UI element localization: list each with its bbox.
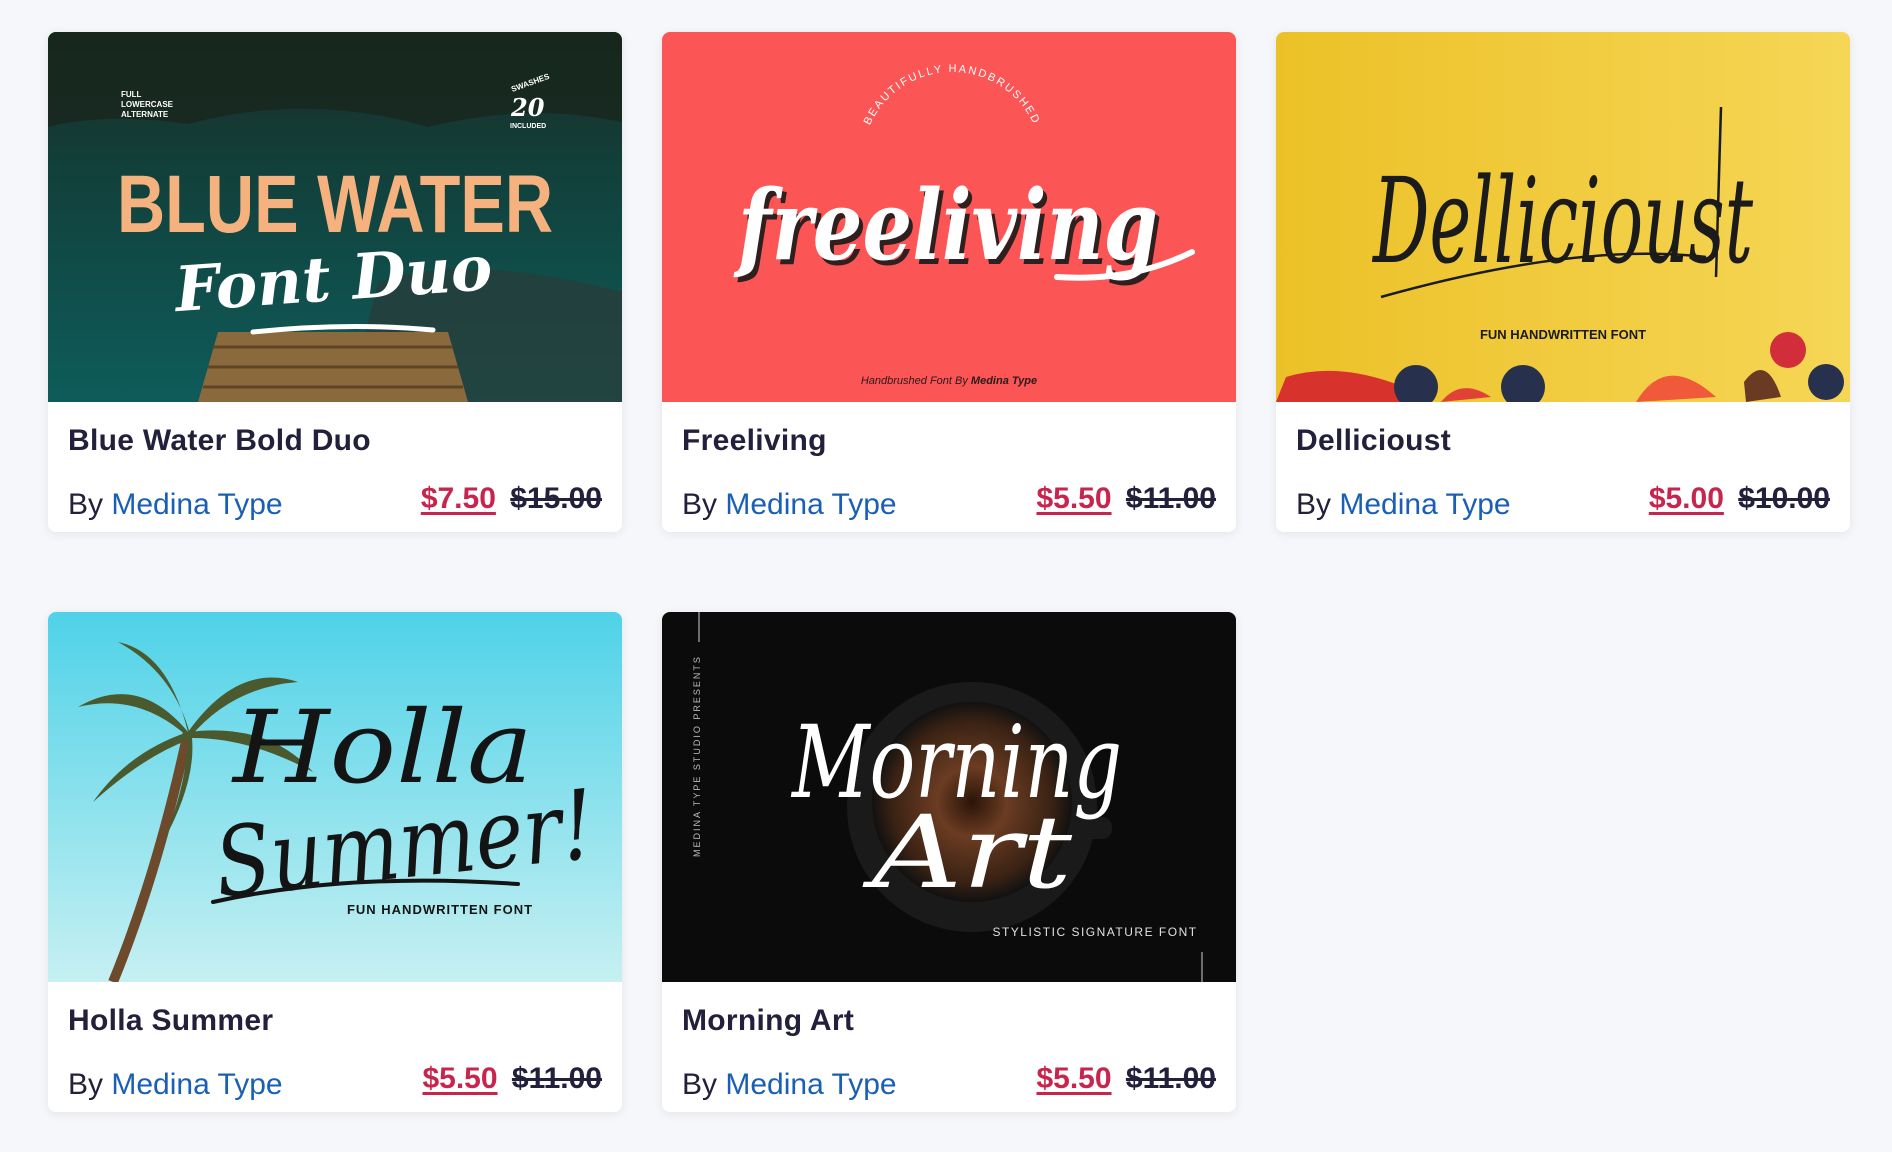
original-price: $10.00 <box>1738 482 1830 515</box>
product-card[interactable]: Dellicioust FUN HANDWRITTEN FONT Dellici… <box>1276 32 1850 532</box>
product-title[interactable]: Dellicioust <box>1296 424 1451 458</box>
original-price: $11.00 <box>1125 1062 1216 1095</box>
product-thumbnail[interactable]: Holla Summer! FUN HANDWRITTEN FONT <box>48 612 622 982</box>
thumbnail-image: MEDINA TYPE STUDIO PRESENTS Morning Art … <box>662 612 1236 982</box>
by-label: By <box>682 1068 718 1101</box>
product-info: Morning Art By Medina Type $5.50 $11.00 <box>662 982 1236 1112</box>
price-group: $5.50 $11.00 <box>1036 482 1216 516</box>
sale-price[interactable]: $5.50 <box>1036 1062 1111 1095</box>
author-link[interactable]: Medina Type <box>111 488 282 521</box>
product-info: Blue Water Bold Duo By Medina Type $7.50… <box>48 402 622 532</box>
swashes-count: 20 <box>510 93 545 122</box>
thumbnail-image: FULL LOWERCASE ALTERNATE SWASHES 20 INCL… <box>48 32 622 402</box>
original-price: $11.00 <box>1125 482 1216 515</box>
product-info: Freeliving By Medina Type $5.50 $11.00 <box>662 402 1236 532</box>
product-title[interactable]: Blue Water Bold Duo <box>68 424 371 458</box>
author-link[interactable]: Medina Type <box>1339 488 1510 521</box>
thumbnail-script: Dellicioust <box>1372 152 1754 290</box>
product-thumbnail[interactable]: BEAUTIFULLY HANDBRUSHED freeliving freel… <box>662 32 1236 402</box>
product-title[interactable]: Holla Summer <box>68 1004 273 1038</box>
by-label: By <box>68 1068 104 1101</box>
sale-price[interactable]: $5.00 <box>1649 482 1724 515</box>
product-info: Holla Summer By Medina Type $5.50 $11.00 <box>48 982 622 1112</box>
price-group: $5.00 $10.00 <box>1649 482 1830 516</box>
included-label: INCLUDED <box>510 123 546 130</box>
price-group: $5.50 $11.00 <box>422 1062 602 1096</box>
thumbnail-image: BEAUTIFULLY HANDBRUSHED freeliving freel… <box>662 32 1236 402</box>
thumbnail-footer: Handbrushed Font By Medina Type <box>861 375 1037 387</box>
product-card[interactable]: Holla Summer! FUN HANDWRITTEN FONT Holla… <box>48 612 622 1112</box>
thumbnail-script: freeliving <box>733 169 1158 282</box>
product-card[interactable]: MEDINA TYPE STUDIO PRESENTS Morning Art … <box>662 612 1236 1112</box>
author-link[interactable]: Medina Type <box>111 1068 282 1101</box>
by-label: By <box>68 488 104 521</box>
product-card[interactable]: FULL LOWERCASE ALTERNATE SWASHES 20 INCL… <box>48 32 622 532</box>
product-byline: By Medina Type <box>68 488 283 522</box>
product-title[interactable]: Morning Art <box>682 1004 854 1038</box>
thumbnail-subtitle: FUN HANDWRITTEN FONT <box>347 902 533 917</box>
author-link[interactable]: Medina Type <box>725 1068 896 1101</box>
corner-label-line: ALTERNATE <box>121 110 169 119</box>
author-link[interactable]: Medina Type <box>725 488 896 521</box>
sale-price[interactable]: $5.50 <box>1036 482 1111 515</box>
thumbnail-script-line2: Art <box>862 794 1073 911</box>
product-card[interactable]: BEAUTIFULLY HANDBRUSHED freeliving freel… <box>662 32 1236 532</box>
thumbnail-image: Dellicioust FUN HANDWRITTEN FONT <box>1276 32 1850 402</box>
original-price: $15.00 <box>510 482 602 515</box>
product-thumbnail[interactable]: FULL LOWERCASE ALTERNATE SWASHES 20 INCL… <box>48 32 622 402</box>
thumbnail-image: Holla Summer! FUN HANDWRITTEN FONT <box>48 612 622 982</box>
by-label: By <box>682 488 718 521</box>
corner-label-line: FULL <box>121 90 142 99</box>
thumbnail-subtitle: FUN HANDWRITTEN FONT <box>1480 327 1646 342</box>
product-thumbnail[interactable]: Dellicioust FUN HANDWRITTEN FONT <box>1276 32 1850 402</box>
by-label: By <box>1296 488 1332 521</box>
corner-label-line: LOWERCASE <box>121 100 174 109</box>
product-byline: By Medina Type <box>68 1068 283 1102</box>
product-thumbnail[interactable]: MEDINA TYPE STUDIO PRESENTS Morning Art … <box>662 612 1236 982</box>
product-title[interactable]: Freeliving <box>682 424 827 458</box>
sale-price[interactable]: $5.50 <box>422 1062 497 1095</box>
side-text: MEDINA TYPE STUDIO PRESENTS <box>692 655 702 857</box>
price-group: $5.50 $11.00 <box>1036 1062 1216 1096</box>
product-info: Dellicioust By Medina Type $5.00 $10.00 <box>1276 402 1850 532</box>
product-byline: By Medina Type <box>682 1068 897 1102</box>
product-byline: By Medina Type <box>682 488 897 522</box>
product-byline: By Medina Type <box>1296 488 1511 522</box>
thumbnail-subtitle: STYLISTIC SIGNATURE FONT <box>992 925 1197 939</box>
sale-price[interactable]: $7.50 <box>421 482 496 515</box>
product-grid: FULL LOWERCASE ALTERNATE SWASHES 20 INCL… <box>48 32 1850 1112</box>
original-price: $11.00 <box>511 1062 602 1095</box>
price-group: $7.50 $15.00 <box>421 482 602 516</box>
